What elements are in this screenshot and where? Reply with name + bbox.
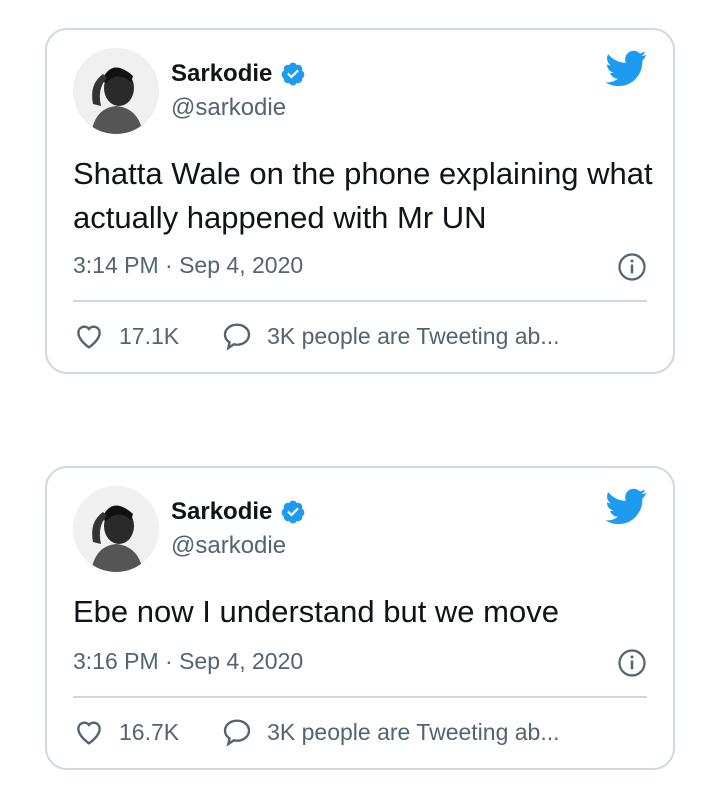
verified-badge-icon <box>282 500 305 524</box>
user-handle[interactable]: @sarkodie <box>171 532 286 560</box>
verified-badge-icon <box>282 62 305 86</box>
info-icon[interactable] <box>617 252 647 282</box>
display-name[interactable]: Sarkodie <box>171 60 272 88</box>
like-button[interactable]: 17.1K <box>73 320 179 352</box>
tweeting-about-link[interactable]: 3K people are Tweeting ab... <box>221 716 560 748</box>
speech-bubble-icon <box>223 719 251 747</box>
timestamp[interactable]: 3:16 PM · Sep 4, 2020 <box>73 648 303 675</box>
heart-icon <box>77 325 101 349</box>
tweet-text: Shatta Wale on the phone explaining what… <box>73 156 653 235</box>
profile-photo <box>73 48 159 134</box>
twitter-bird-icon[interactable] <box>605 50 647 86</box>
divider <box>73 300 647 302</box>
timestamp[interactable]: 3:14 PM · Sep 4, 2020 <box>73 252 303 279</box>
twitter-bird-icon[interactable] <box>605 488 647 524</box>
tweeting-about-text: 3K people are Tweeting ab... <box>267 718 560 745</box>
display-name[interactable]: Sarkodie <box>171 498 272 526</box>
speech-bubble-icon <box>223 323 251 351</box>
tweeting-about-text: 3K people are Tweeting ab... <box>267 322 560 349</box>
tweet-card[interactable]: Sarkodie @sarkodie Ebe now I understand … <box>45 466 675 770</box>
tweeting-about-link[interactable]: 3K people are Tweeting ab... <box>221 320 560 352</box>
tweet-card[interactable]: Sarkodie @sarkodie Shatta Wale on the ph… <box>45 28 675 374</box>
divider <box>73 696 647 698</box>
user-handle[interactable]: @sarkodie <box>171 94 286 122</box>
heart-icon <box>77 721 101 745</box>
like-button[interactable]: 16.7K <box>73 716 179 748</box>
avatar[interactable] <box>73 486 159 572</box>
avatar[interactable] <box>73 48 159 134</box>
tweet-text: Ebe now I understand but we move <box>73 594 559 629</box>
like-count: 16.7K <box>119 718 180 745</box>
like-count: 17.1K <box>119 322 180 349</box>
info-icon[interactable] <box>617 648 647 678</box>
profile-photo <box>73 486 159 572</box>
